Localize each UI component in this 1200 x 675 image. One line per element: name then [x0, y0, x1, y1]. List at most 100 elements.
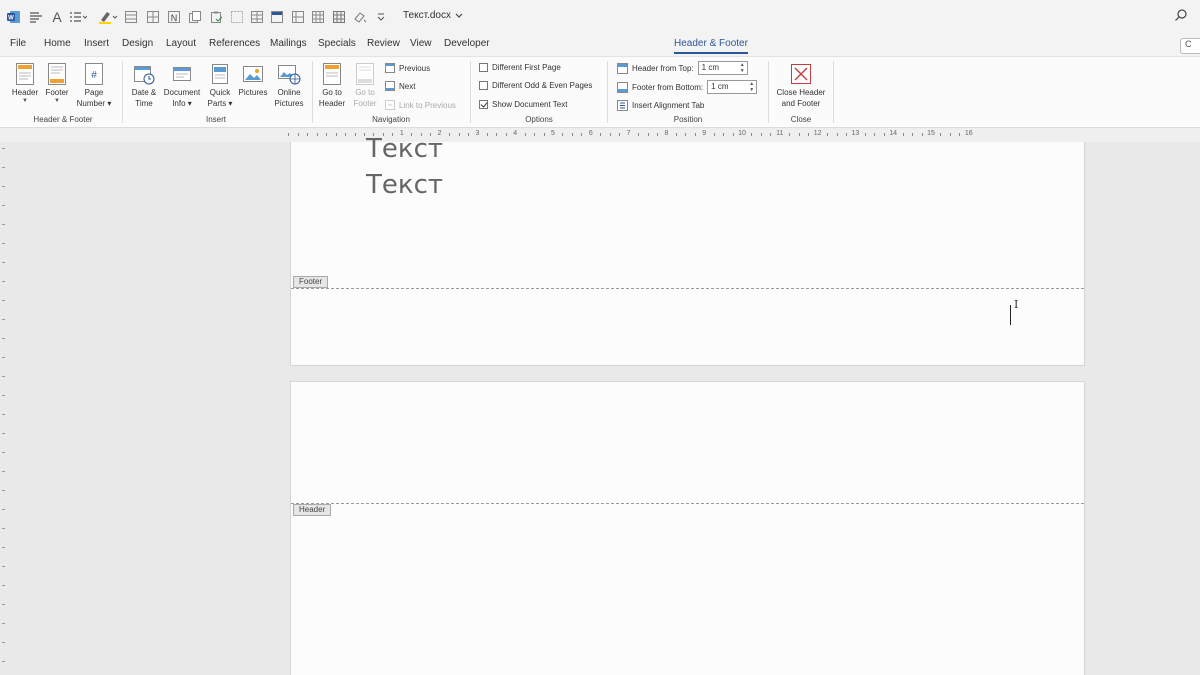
vertical-ruler-tick [2, 262, 5, 263]
insert-alignment-tab-button[interactable]: Insert Alignment Tab [617, 100, 704, 111]
vertical-ruler-tick [2, 661, 5, 662]
link-to-previous-button[interactable]: Link to Previous [385, 100, 456, 110]
vertical-ruler-tick [2, 547, 5, 548]
online-pictures-label-1: Online [277, 88, 301, 97]
go-to-footer-label-1: Go to [355, 88, 375, 97]
ruler-tick [789, 133, 791, 136]
header-from-top-value: 1 cm [701, 63, 720, 72]
online-pictures-icon [276, 61, 302, 87]
spinner-arrows-icon[interactable]: ▲ ▼ [749, 81, 754, 93]
comments-button[interactable]: C [1180, 38, 1200, 54]
go-to-footer-button[interactable]: Go to Footer [350, 61, 380, 109]
font-icon[interactable]: A [50, 8, 64, 26]
footer-tag: Footer [293, 276, 329, 288]
go-to-header-button[interactable]: Go to Header [317, 61, 347, 109]
quick-parts-button[interactable]: Quick Parts ▾ [205, 61, 235, 109]
svg-text:#: # [91, 70, 97, 81]
pictures-label: Pictures [238, 88, 268, 97]
tab-header-footer[interactable]: Header & Footer [674, 38, 748, 54]
ruler-number: 11 [776, 130, 784, 137]
vertical-ruler-tick [2, 243, 5, 244]
normal-style-icon[interactable]: N [167, 8, 181, 26]
online-pictures-button[interactable]: Online Pictures [271, 61, 307, 109]
border-grid-icon[interactable] [332, 8, 346, 26]
header-from-top-input[interactable]: 1 cm ▲ ▼ [697, 61, 748, 75]
ruler-tick [723, 133, 725, 136]
vertical-ruler-tick [2, 490, 5, 491]
tab-design[interactable]: Design [122, 38, 153, 49]
page-1[interactable]: Текст Текст Footer I [290, 134, 1085, 366]
group-separator [607, 61, 608, 123]
document-title[interactable]: Текст.docx [403, 10, 463, 21]
vertical-ruler-tick [2, 528, 5, 529]
ruler-number: 12 [813, 130, 822, 137]
page-break-icon[interactable] [230, 8, 244, 26]
footer-boundary-line [291, 288, 1084, 289]
ruler-tick [798, 133, 800, 136]
page-2[interactable]: Header [290, 381, 1085, 675]
body-text-line[interactable]: Текст [366, 170, 443, 200]
header-boundary-line [291, 503, 1084, 504]
grid-icon[interactable] [146, 8, 160, 26]
page-number-icon: # [81, 61, 107, 87]
vertical-ruler-tick [2, 338, 5, 339]
spinner-arrows-icon[interactable]: ▲ ▼ [740, 62, 745, 74]
date-time-label-2: Time [135, 99, 153, 108]
vertical-ruler[interactable] [0, 142, 8, 675]
table-icon[interactable] [124, 8, 138, 26]
tab-review[interactable]: Review [367, 38, 400, 49]
tab-layout[interactable]: Layout [166, 38, 196, 49]
eraser-icon[interactable] [352, 8, 368, 26]
pictures-icon [240, 61, 266, 87]
table-grid-icon[interactable] [311, 8, 325, 26]
tab-developer[interactable]: Developer [444, 38, 490, 49]
previous-button[interactable]: Previous [385, 63, 430, 73]
ribbon-tabs: File Home Insert Design Layout Reference… [0, 34, 1200, 56]
footer-from-bottom-input[interactable]: 1 cm ▲ ▼ [707, 80, 758, 94]
different-first-page-checkbox[interactable]: Different First Page [479, 63, 561, 72]
customize-qat-icon[interactable] [376, 8, 386, 26]
header-button[interactable]: Header ▼ [10, 61, 40, 104]
header-row-icon[interactable] [270, 8, 284, 26]
ruler-number: 10 [738, 130, 746, 137]
body-text-line[interactable]: Текст [366, 134, 443, 164]
vertical-ruler-tick [2, 566, 5, 567]
tab-home[interactable]: Home [44, 38, 71, 49]
tab-references[interactable]: References [209, 38, 260, 49]
copy-format-icon[interactable] [188, 8, 202, 26]
list-format-icon[interactable] [68, 8, 88, 26]
tab-view[interactable]: View [410, 38, 432, 49]
date-time-button[interactable]: Date & Time [128, 61, 160, 109]
group-separator [312, 61, 313, 123]
search-icon[interactable] [1174, 8, 1188, 27]
tab-file[interactable]: File [10, 38, 26, 49]
page-number-button[interactable]: # Page Number ▾ [74, 61, 114, 109]
layout-icon[interactable] [291, 8, 305, 26]
ruler-number: 14 [889, 130, 898, 137]
chevron-down-icon [455, 13, 463, 18]
tab-specials[interactable]: Specials [318, 38, 356, 49]
header-tag: Header [293, 504, 332, 516]
group-label-insert: Insert [205, 115, 227, 124]
tab-insert[interactable]: Insert [84, 38, 109, 49]
document-info-button[interactable]: Document Info ▾ [160, 61, 204, 109]
insert-alignment-tab-label: Insert Alignment Tab [632, 101, 705, 110]
different-odd-even-checkbox[interactable]: Different Odd & Even Pages [479, 81, 592, 90]
link-to-previous-label: Link to Previous [399, 100, 456, 110]
ruler-tick [808, 133, 810, 136]
different-odd-even-label: Different Odd & Even Pages [492, 81, 593, 90]
tab-mailings[interactable]: Mailings [270, 38, 307, 49]
show-document-text-checkbox[interactable]: Show Document Text [479, 100, 567, 109]
horizontal-ruler[interactable]: 1 2 3 4 5 6 7 8 9 10 11 12 13 14 15 16 [0, 128, 1200, 142]
footer-button[interactable]: Footer ▼ [43, 61, 71, 104]
highlighter-icon[interactable] [97, 8, 119, 26]
show-document-text-label: Show Document Text [492, 100, 568, 109]
close-header-footer-button[interactable]: Close Header and Footer [773, 61, 829, 109]
pictures-button[interactable]: Pictures [236, 61, 270, 98]
next-button[interactable]: Next [385, 81, 415, 91]
paste-icon[interactable] [209, 8, 223, 26]
columns-icon[interactable] [250, 8, 264, 26]
ruler-tick [912, 133, 914, 136]
word-app-icon: W [6, 8, 22, 26]
new-document-icon[interactable] [28, 8, 44, 26]
